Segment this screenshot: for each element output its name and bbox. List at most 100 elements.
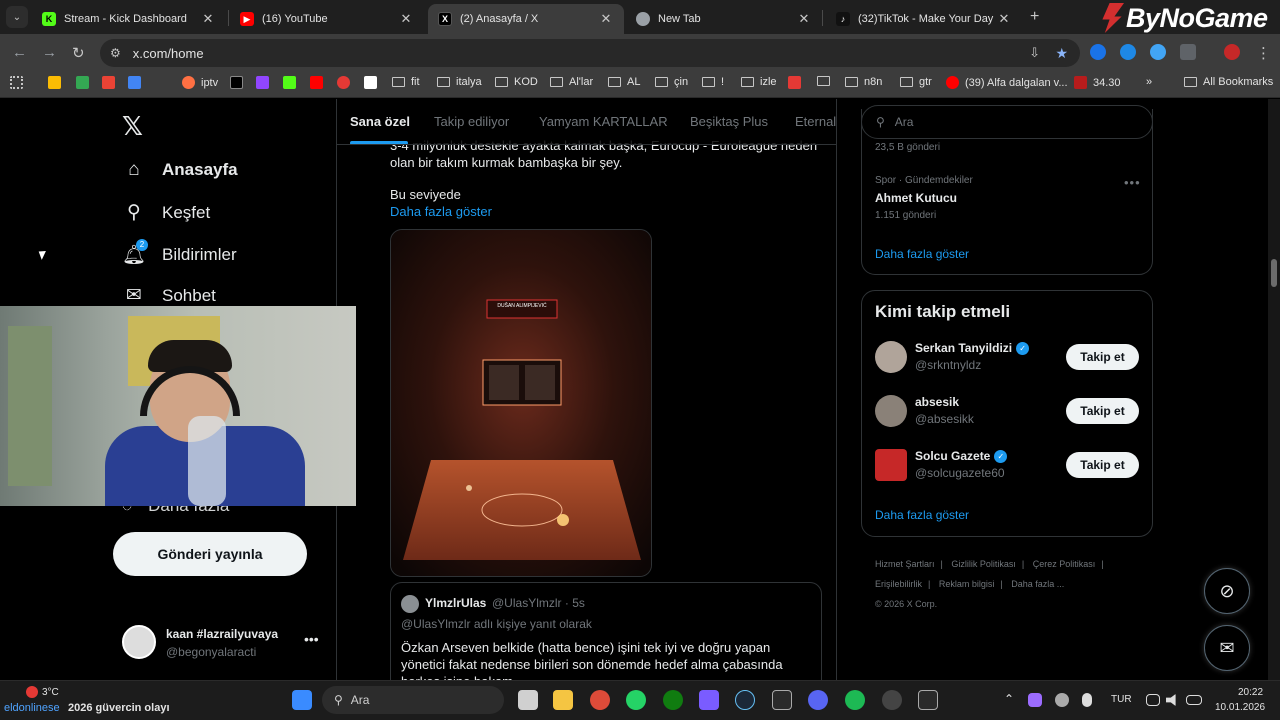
bookmark-youtube-icon[interactable]	[310, 76, 329, 89]
close-tab-icon[interactable]: ✕	[598, 11, 614, 27]
close-tab-icon[interactable]: ✕	[996, 11, 1012, 27]
tray-app-icon[interactable]	[1028, 693, 1042, 707]
tab-list-kartallar[interactable]: Yamyam KARTALLAR	[539, 114, 668, 129]
epic-games-icon[interactable]	[772, 690, 792, 710]
profile-avatar[interactable]	[1224, 44, 1240, 60]
follow-button[interactable]: Takip et	[1066, 398, 1139, 424]
all-bookmarks[interactable]: All Bookmarks	[1184, 76, 1273, 88]
forward-button[interactable]: →	[42, 44, 57, 61]
clock-date[interactable]: 10.01.2026	[1215, 702, 1265, 713]
bookmark-folder-cin[interactable]: çin	[655, 76, 688, 88]
extension-wave-icon[interactable]	[1090, 44, 1106, 60]
bookmark-iptv[interactable]: iptv	[182, 76, 218, 89]
bookmark-photos-icon[interactable]	[48, 76, 67, 89]
bookmark-folder-italya[interactable]: italya	[437, 76, 482, 88]
tab-x-home[interactable]: X (2) Anasayfa / X ✕	[428, 4, 624, 34]
follow-button[interactable]: Takip et	[1066, 344, 1139, 370]
news-ticker[interactable]: 2026 güvercin olayı	[68, 702, 170, 714]
steam-icon[interactable]	[735, 690, 755, 710]
nav-home[interactable]: ⌂ Anasayfa	[122, 159, 237, 181]
tab-search-button[interactable]: ⌄	[6, 6, 28, 28]
tab-list-eternal[interactable]: Eternal	[795, 114, 836, 129]
page-scrollbar[interactable]	[1268, 99, 1280, 680]
address-bar[interactable]: ⚙ x.com/home ⇩ ★	[100, 39, 1080, 67]
epic-games-icon[interactable]	[918, 690, 938, 710]
bookmark-kick-icon[interactable]	[283, 76, 302, 89]
tweet-image[interactable]: DUŠAN ALIMPIJEVIĆ	[390, 229, 652, 577]
search-input[interactable]: ⚲ Ara	[861, 105, 1153, 139]
extensions-puzzle-icon[interactable]	[1180, 44, 1196, 60]
windows-start-icon[interactable]	[292, 690, 312, 710]
quoted-tweet[interactable]: YlmzlrUlas @UlasYlmzlr · 5s @UlasYlmzlr …	[390, 582, 822, 680]
site-info-icon[interactable]: ⚙	[110, 46, 121, 60]
tab-list-besiktas[interactable]: Beşiktaş Plus	[690, 114, 768, 129]
file-explorer-icon[interactable]	[553, 690, 573, 710]
bookmark-alfa-dalgalari[interactable]: (39) Alfa dalgalan v...	[946, 76, 1068, 89]
more-dots-icon[interactable]: •••	[1124, 175, 1141, 190]
follow-suggestion[interactable]: Serkan Tanyildizi ✓ @srkntnyldz Takip et	[875, 339, 1140, 379]
trends-show-more[interactable]: Daha fazla göster	[875, 247, 969, 261]
battery-icon[interactable]	[1186, 695, 1202, 705]
bookmark-folder-kod[interactable]: KOD	[495, 76, 538, 88]
bookmark-folder-blank[interactable]	[817, 76, 836, 86]
bookmark-translate-icon[interactable]	[128, 76, 147, 89]
close-tab-icon[interactable]: ✕	[200, 11, 216, 27]
bookmark-star-icon[interactable]: ★	[1055, 45, 1068, 62]
obs-icon[interactable]	[882, 690, 902, 710]
whatsapp-icon[interactable]	[626, 690, 646, 710]
footer-link[interactable]: Hizmet Şartları	[875, 559, 935, 569]
new-tab-button[interactable]: +	[1030, 8, 1039, 26]
who-to-follow-show-more[interactable]: Daha fazla göster	[875, 508, 969, 522]
nav-explore[interactable]: ⚲ Keşfet	[122, 201, 210, 224]
tab-youtube[interactable]: ▶ (16) YouTube ✕	[230, 4, 424, 34]
taskbar-search[interactable]: ⚲ Ara	[322, 686, 504, 714]
extension-play-icon[interactable]	[1150, 44, 1166, 60]
network-icon[interactable]	[1146, 694, 1160, 706]
follow-button[interactable]: Takip et	[1066, 452, 1139, 478]
bookmark-x-icon[interactable]	[230, 76, 249, 89]
bookmark-twitch-icon[interactable]	[256, 76, 275, 89]
footer-link[interactable]: Daha fazla ...	[1011, 579, 1064, 589]
bookmark-folder-allar[interactable]: Al'lar	[550, 76, 593, 88]
extension-shazam-icon[interactable]	[1120, 44, 1136, 60]
trend-name[interactable]: Ahmet Kutucu	[875, 191, 957, 205]
footer-link[interactable]: Gizlilik Politikası	[951, 559, 1016, 569]
tray-overflow-icon[interactable]: ⌃	[1004, 692, 1014, 706]
tab-new-tab[interactable]: New Tab ✕	[626, 4, 822, 34]
account-switcher[interactable]: kaan #lazrailyuvaya @begonyalaracti •••	[122, 625, 322, 665]
install-app-icon[interactable]: ⇩	[1029, 45, 1040, 61]
tab-for-you[interactable]: Sana özel	[350, 114, 410, 129]
apps-grid-icon[interactable]	[10, 76, 29, 89]
show-more-link[interactable]: Daha fazla göster	[390, 203, 492, 220]
discord-icon[interactable]	[808, 690, 828, 710]
bookmark-3430[interactable]: 34.30	[1074, 76, 1121, 89]
chrome-taskbar-icon[interactable]	[590, 690, 610, 710]
close-tab-icon[interactable]: ✕	[796, 11, 812, 27]
back-button[interactable]: ←	[12, 44, 27, 61]
language-indicator[interactable]: TUR	[1111, 694, 1132, 705]
close-tab-icon[interactable]: ✕	[398, 11, 414, 27]
footer-link[interactable]: Çerez Politikası	[1033, 559, 1096, 569]
bookmark-folder-al[interactable]: AL	[608, 76, 640, 88]
xbox-icon[interactable]	[663, 690, 683, 710]
footer-link[interactable]: Reklam bilgisi	[939, 579, 995, 589]
follow-suggestion[interactable]: absesik @absesikk Takip et	[875, 393, 1140, 433]
bookmark-maps-icon[interactable]	[76, 76, 95, 89]
microphone-icon[interactable]	[1082, 693, 1092, 707]
bookmark-folder-izle[interactable]: izle	[741, 76, 777, 88]
tab-tiktok[interactable]: ♪ (32)TikTok - Make Your Day ✕	[826, 4, 1022, 34]
bookmark-folder-fit[interactable]: fit	[392, 76, 420, 88]
tab-following[interactable]: Takip ediliyor	[434, 114, 509, 129]
bookmark-folder-gtr[interactable]: gtr	[900, 76, 932, 88]
tray-sync-icon[interactable]	[1055, 693, 1069, 707]
tab-kick[interactable]: K Stream - Kick Dashboard ✕	[32, 4, 226, 34]
bookmark-pdf-icon[interactable]	[788, 76, 807, 89]
app-icon[interactable]	[699, 690, 719, 710]
post-button[interactable]: Gönderi yayınla	[113, 532, 307, 576]
footer-link[interactable]: Erişilebilirlik	[875, 579, 922, 589]
spotify-icon[interactable]	[845, 690, 865, 710]
grok-icon[interactable]: ⊘	[1204, 568, 1250, 614]
bookmark-u-icon[interactable]	[337, 76, 356, 89]
reload-button[interactable]: ↻	[72, 44, 85, 62]
chrome-menu-icon[interactable]: ⋮	[1256, 44, 1271, 62]
